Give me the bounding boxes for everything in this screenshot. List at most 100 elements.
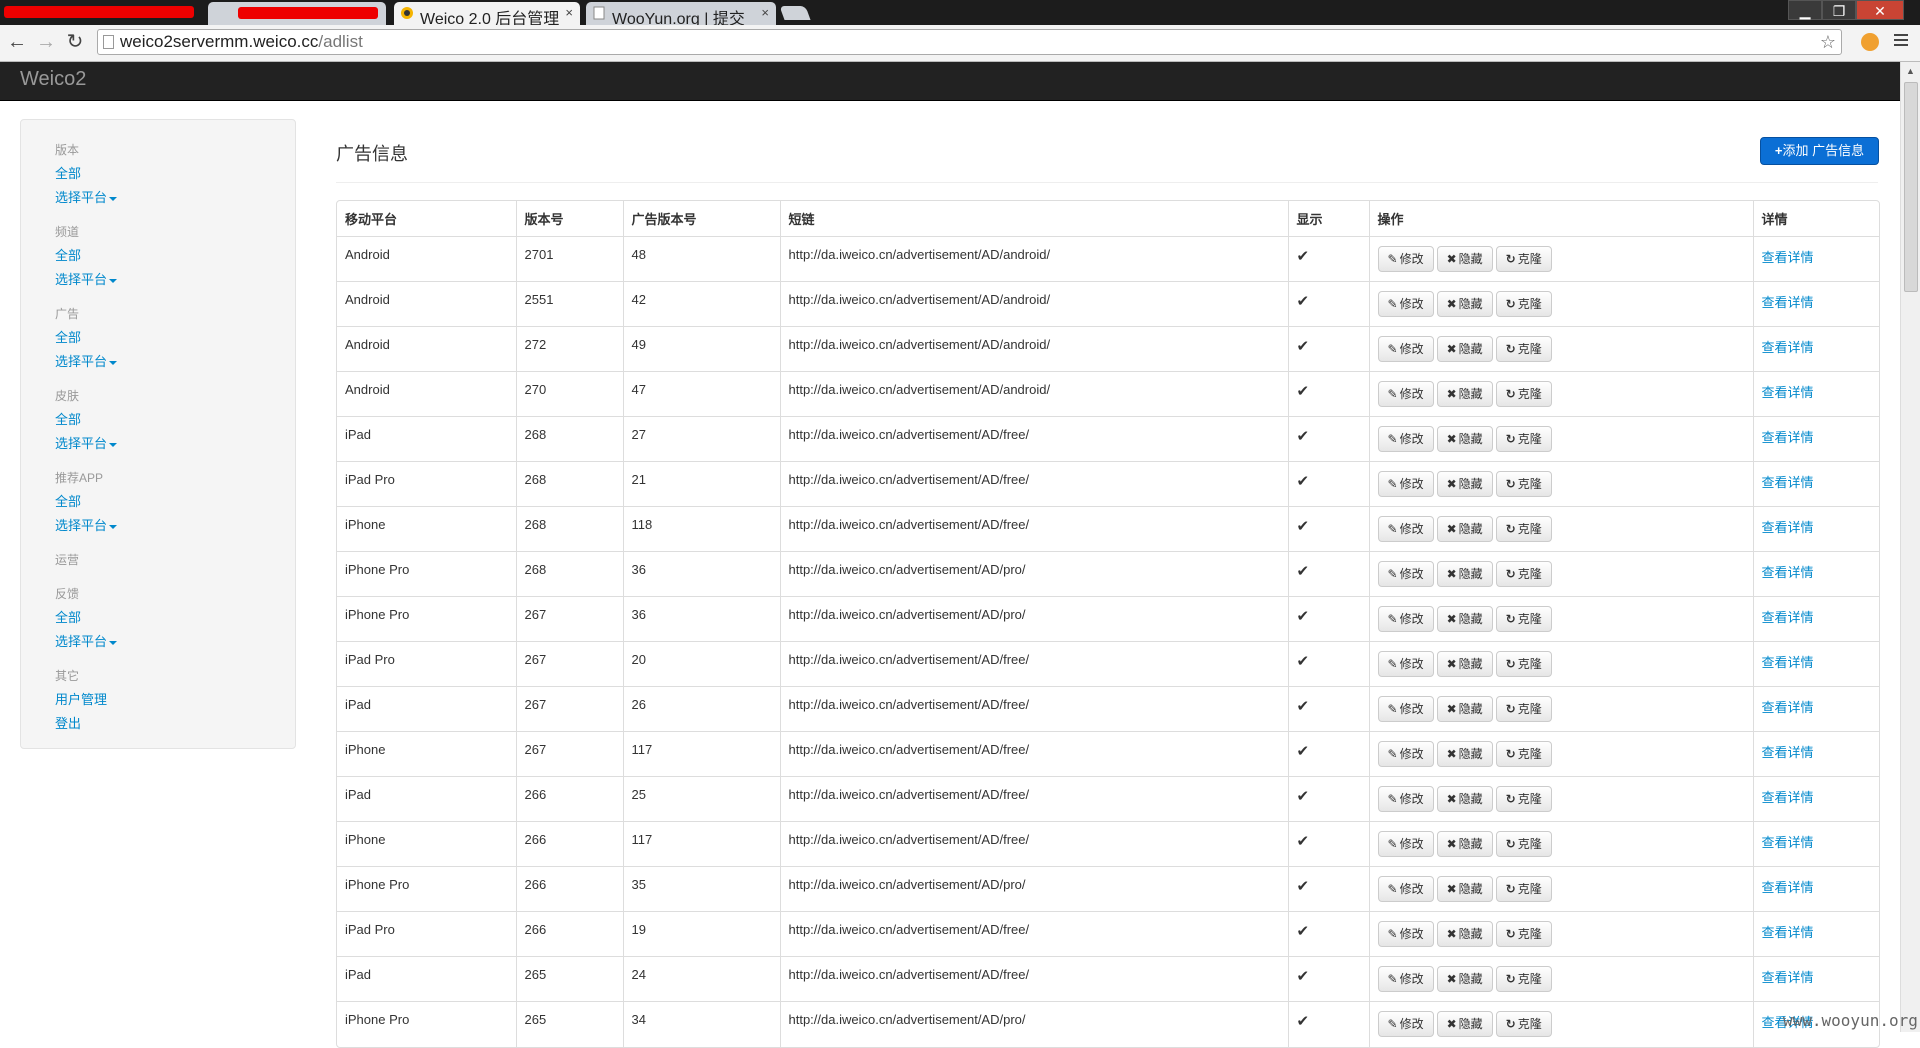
sidebar-link[interactable]: 用户管理 bbox=[55, 688, 295, 712]
hide-button[interactable]: ✖ 隐藏 bbox=[1436, 831, 1493, 857]
edit-button[interactable]: ✎ 修改 bbox=[1377, 561, 1434, 587]
column-header[interactable]: 显示 bbox=[1287, 201, 1369, 237]
view-detail-link[interactable]: 查看详情 bbox=[1762, 340, 1814, 355]
hide-button[interactable]: ✖ 隐藏 bbox=[1436, 786, 1493, 812]
extension-icon[interactable] bbox=[1861, 33, 1879, 51]
reload-icon[interactable]: ↻ bbox=[64, 31, 86, 53]
clone-button[interactable]: ↻ 克隆 bbox=[1495, 696, 1552, 722]
hide-button[interactable]: ✖ 隐藏 bbox=[1436, 876, 1493, 902]
view-detail-link[interactable]: 查看详情 bbox=[1762, 745, 1814, 760]
sidebar-link[interactable]: 选择平台 bbox=[55, 514, 295, 538]
view-detail-link[interactable]: 查看详情 bbox=[1762, 925, 1814, 940]
edit-button[interactable]: ✎ 修改 bbox=[1377, 291, 1434, 317]
address-bar[interactable]: weico2servermm.weico.cc/adlist ☆ bbox=[97, 29, 1842, 55]
minimize-icon[interactable]: ▁ bbox=[1788, 0, 1822, 20]
clone-button[interactable]: ↻ 克隆 bbox=[1495, 291, 1552, 317]
view-detail-link[interactable]: 查看详情 bbox=[1762, 970, 1814, 985]
clone-button[interactable]: ↻ 克隆 bbox=[1495, 876, 1552, 902]
clone-button[interactable]: ↻ 克隆 bbox=[1495, 561, 1552, 587]
edit-button[interactable]: ✎ 修改 bbox=[1377, 246, 1434, 272]
hide-button[interactable]: ✖ 隐藏 bbox=[1436, 696, 1493, 722]
view-detail-link[interactable]: 查看详情 bbox=[1762, 880, 1814, 895]
edit-button[interactable]: ✎ 修改 bbox=[1377, 876, 1434, 902]
clone-button[interactable]: ↻ 克隆 bbox=[1495, 471, 1552, 497]
browser-tab-active[interactable]: Weico 2.0 后台管理 × bbox=[394, 2, 580, 25]
back-arrow-icon[interactable]: ← bbox=[6, 31, 28, 53]
sidebar-link[interactable]: 全部 bbox=[55, 326, 295, 350]
forward-arrow-icon[interactable]: → bbox=[35, 31, 57, 53]
view-detail-link[interactable]: 查看详情 bbox=[1762, 565, 1814, 580]
hide-button[interactable]: ✖ 隐藏 bbox=[1436, 1011, 1493, 1037]
view-detail-link[interactable]: 查看详情 bbox=[1762, 430, 1814, 445]
edit-button[interactable]: ✎ 修改 bbox=[1377, 831, 1434, 857]
hide-button[interactable]: ✖ 隐藏 bbox=[1436, 426, 1493, 452]
hide-button[interactable]: ✖ 隐藏 bbox=[1436, 471, 1493, 497]
hide-button[interactable]: ✖ 隐藏 bbox=[1436, 561, 1493, 587]
edit-button[interactable]: ✎ 修改 bbox=[1377, 696, 1434, 722]
sidebar-link[interactable]: 选择平台 bbox=[55, 268, 295, 292]
clone-button[interactable]: ↻ 克隆 bbox=[1495, 786, 1552, 812]
view-detail-link[interactable]: 查看详情 bbox=[1762, 790, 1814, 805]
sidebar-link[interactable]: 登出 bbox=[55, 712, 295, 736]
sidebar-link[interactable]: 全部 bbox=[55, 244, 295, 268]
column-header[interactable]: 操作 bbox=[1368, 201, 1753, 237]
hide-button[interactable]: ✖ 隐藏 bbox=[1436, 606, 1493, 632]
sidebar-link[interactable]: 选择平台 bbox=[55, 186, 295, 210]
hide-button[interactable]: ✖ 隐藏 bbox=[1436, 741, 1493, 767]
view-detail-link[interactable]: 查看详情 bbox=[1762, 520, 1814, 535]
view-detail-link[interactable]: 查看详情 bbox=[1762, 610, 1814, 625]
hide-button[interactable]: ✖ 隐藏 bbox=[1436, 651, 1493, 677]
view-detail-link[interactable]: 查看详情 bbox=[1762, 835, 1814, 850]
sidebar-link[interactable]: 选择平台 bbox=[55, 432, 295, 456]
sidebar-link[interactable]: 选择平台 bbox=[55, 630, 295, 654]
edit-button[interactable]: ✎ 修改 bbox=[1377, 966, 1434, 992]
tab-close-icon[interactable]: × bbox=[565, 5, 573, 20]
sidebar-link[interactable]: 全部 bbox=[55, 408, 295, 432]
app-brand[interactable]: Weico2 bbox=[20, 68, 86, 91]
hide-button[interactable]: ✖ 隐藏 bbox=[1436, 516, 1493, 542]
view-detail-link[interactable]: 查看详情 bbox=[1762, 475, 1814, 490]
close-window-icon[interactable]: ✕ bbox=[1856, 0, 1904, 20]
scrollbar-thumb[interactable] bbox=[1904, 82, 1918, 292]
sidebar-link[interactable]: 选择平台 bbox=[55, 350, 295, 374]
browser-tab-wooyun[interactable]: WooYun.org | 提交 × bbox=[586, 2, 776, 25]
edit-button[interactable]: ✎ 修改 bbox=[1377, 921, 1434, 947]
add-ad-button[interactable]: +添加 广告信息 bbox=[1760, 137, 1879, 165]
column-header[interactable]: 广告版本号 bbox=[622, 201, 780, 237]
hide-button[interactable]: ✖ 隐藏 bbox=[1436, 921, 1493, 947]
column-header[interactable]: 详情 bbox=[1752, 201, 1879, 237]
view-detail-link[interactable]: 查看详情 bbox=[1762, 385, 1814, 400]
clone-button[interactable]: ↻ 克隆 bbox=[1495, 921, 1552, 947]
column-header[interactable]: 移动平台 bbox=[337, 201, 516, 237]
maximize-icon[interactable]: ❐ bbox=[1822, 0, 1856, 20]
browser-tab-redacted-2[interactable] bbox=[208, 2, 386, 25]
hide-button[interactable]: ✖ 隐藏 bbox=[1436, 381, 1493, 407]
clone-button[interactable]: ↻ 克隆 bbox=[1495, 606, 1552, 632]
new-tab-button[interactable] bbox=[779, 6, 811, 20]
column-header[interactable]: 版本号 bbox=[515, 201, 623, 237]
tab-close-icon[interactable]: × bbox=[761, 5, 769, 20]
edit-button[interactable]: ✎ 修改 bbox=[1377, 741, 1434, 767]
clone-button[interactable]: ↻ 克隆 bbox=[1495, 831, 1552, 857]
clone-button[interactable]: ↻ 克隆 bbox=[1495, 336, 1552, 362]
edit-button[interactable]: ✎ 修改 bbox=[1377, 786, 1434, 812]
edit-button[interactable]: ✎ 修改 bbox=[1377, 1011, 1434, 1037]
hide-button[interactable]: ✖ 隐藏 bbox=[1436, 336, 1493, 362]
view-detail-link[interactable]: 查看详情 bbox=[1762, 295, 1814, 310]
hide-button[interactable]: ✖ 隐藏 bbox=[1436, 291, 1493, 317]
hide-button[interactable]: ✖ 隐藏 bbox=[1436, 246, 1493, 272]
clone-button[interactable]: ↻ 克隆 bbox=[1495, 1011, 1552, 1037]
edit-button[interactable]: ✎ 修改 bbox=[1377, 426, 1434, 452]
edit-button[interactable]: ✎ 修改 bbox=[1377, 381, 1434, 407]
hide-button[interactable]: ✖ 隐藏 bbox=[1436, 966, 1493, 992]
edit-button[interactable]: ✎ 修改 bbox=[1377, 516, 1434, 542]
bookmark-star-icon[interactable]: ☆ bbox=[1820, 30, 1836, 54]
view-detail-link[interactable]: 查看详情 bbox=[1762, 700, 1814, 715]
clone-button[interactable]: ↻ 克隆 bbox=[1495, 246, 1552, 272]
scroll-up-icon[interactable]: ▲ bbox=[1906, 66, 1915, 76]
edit-button[interactable]: ✎ 修改 bbox=[1377, 471, 1434, 497]
clone-button[interactable]: ↻ 克隆 bbox=[1495, 741, 1552, 767]
clone-button[interactable]: ↻ 克隆 bbox=[1495, 651, 1552, 677]
browser-menu-icon[interactable] bbox=[1894, 34, 1908, 48]
clone-button[interactable]: ↻ 克隆 bbox=[1495, 516, 1552, 542]
